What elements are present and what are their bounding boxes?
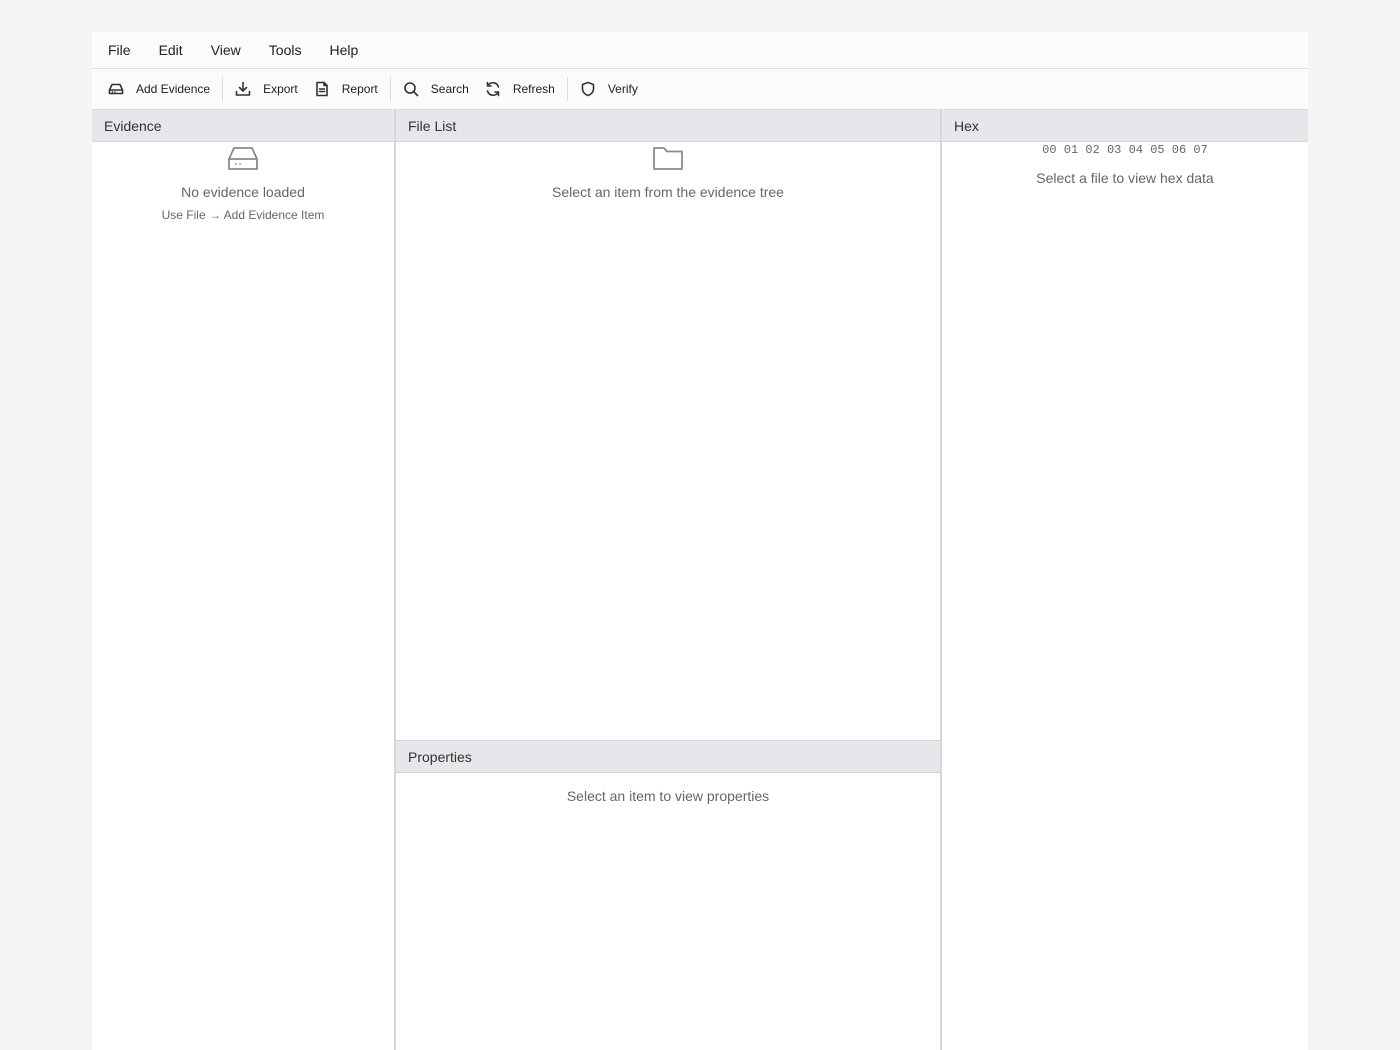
menu-edit[interactable]: Edit xyxy=(145,32,197,69)
search-button[interactable]: Search xyxy=(395,74,477,104)
properties-panel: Properties Select an item to view proper… xyxy=(396,741,940,1050)
add-evidence-button[interactable]: Add Evidence xyxy=(100,74,218,104)
file-list-empty-state: Select an item from the evidence tree xyxy=(396,142,940,200)
evidence-empty-state: No evidence loaded Use File → Add Eviden… xyxy=(92,142,394,222)
menu-file[interactable]: File xyxy=(94,32,145,69)
menu-view[interactable]: View xyxy=(197,32,255,69)
hex-panel: Hex 00 01 02 03 04 05 06 07 Select a fil… xyxy=(942,110,1308,1050)
menu-bar: File Edit View Tools Help xyxy=(92,32,1308,69)
refresh-button[interactable]: Refresh xyxy=(477,74,563,104)
search-label: Search xyxy=(430,82,469,96)
toolbar-separator xyxy=(222,77,224,101)
evidence-panel-title: Evidence xyxy=(92,110,394,142)
file-list-panel: File List Select an item from the eviden… xyxy=(396,110,940,741)
verify-label: Verify xyxy=(607,82,638,96)
hex-column-header: 00 01 02 03 04 05 06 07 xyxy=(1042,143,1208,157)
file-list-panel-title: File List xyxy=(396,110,940,142)
evidence-empty-hint: Use File → Add Evidence Item xyxy=(161,208,325,222)
center-column: File List Select an item from the eviden… xyxy=(396,110,942,1050)
hex-empty-message: Select a file to view hex data xyxy=(1036,170,1214,186)
verify-button[interactable]: Verify xyxy=(572,74,646,104)
refresh-label: Refresh xyxy=(512,82,555,96)
export-label: Export xyxy=(263,82,298,96)
add-evidence-label: Add Evidence xyxy=(136,82,211,96)
export-button[interactable]: Export xyxy=(227,74,306,104)
menu-tools[interactable]: Tools xyxy=(255,32,316,69)
menu-help[interactable]: Help xyxy=(315,32,372,69)
hard-drive-icon xyxy=(228,147,258,170)
download-icon xyxy=(235,81,251,96)
toolbar: Add Evidence Export Report Search Refres… xyxy=(92,69,1308,110)
report-button[interactable]: Report xyxy=(306,74,386,104)
toolbar-separator xyxy=(389,77,391,101)
document-icon xyxy=(315,81,328,97)
search-icon xyxy=(403,82,419,97)
file-list-empty-title: Select an item from the evidence tree xyxy=(552,184,784,200)
folder-icon xyxy=(653,147,683,170)
properties-panel-title: Properties xyxy=(396,741,940,773)
hex-panel-title: Hex xyxy=(942,110,1308,142)
properties-empty-message: Select an item to view properties xyxy=(566,788,770,804)
hard-drive-icon xyxy=(108,83,124,95)
forensics-app-window: File Edit View Tools Help Add Evidence E… xyxy=(92,32,1308,1050)
toolbar-separator xyxy=(566,77,568,101)
shield-icon xyxy=(581,81,595,97)
evidence-panel: Evidence No evidence loaded Use File → A… xyxy=(92,110,396,1050)
report-label: Report xyxy=(341,82,378,96)
evidence-empty-title: No evidence loaded xyxy=(181,184,305,200)
workspace: Evidence No evidence loaded Use File → A… xyxy=(92,110,1308,1050)
refresh-icon xyxy=(486,81,500,97)
